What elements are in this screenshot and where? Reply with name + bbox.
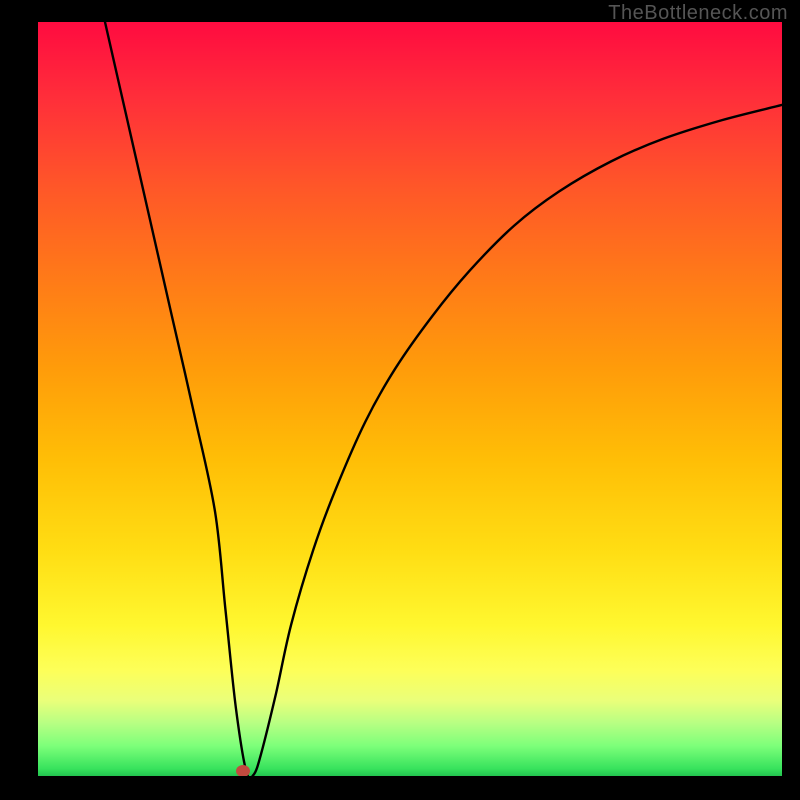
curve-svg: [38, 22, 782, 776]
optimal-point-marker: [236, 765, 250, 776]
chart-frame: TheBottleneck.com: [0, 0, 800, 800]
plot-area: [38, 22, 782, 776]
watermark-text: TheBottleneck.com: [608, 2, 788, 25]
bottleneck-curve: [105, 22, 782, 776]
